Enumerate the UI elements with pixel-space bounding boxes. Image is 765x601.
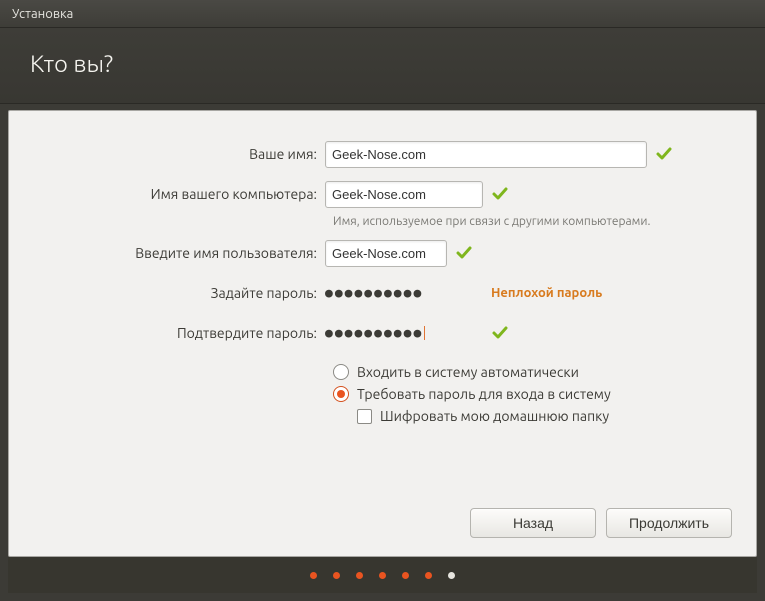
computer-label: Имя вашего компьютера:: [33, 186, 325, 202]
window-title: Установка: [12, 7, 73, 21]
button-row: Назад Продолжить: [33, 494, 732, 538]
computer-input[interactable]: [325, 181, 483, 208]
radio-icon: [333, 364, 349, 380]
pager-dot: [402, 572, 409, 579]
name-input[interactable]: [325, 141, 647, 168]
user-form: Ваше имя: Имя вашего компьютера: Имя, ис…: [33, 139, 732, 494]
pager-dot-current: [448, 572, 455, 579]
content-wrap: Ваше имя: Имя вашего компьютера: Имя, ис…: [0, 104, 765, 601]
continue-button[interactable]: Продолжить: [606, 508, 732, 538]
pager-dot: [333, 572, 340, 579]
password-label: Задайте пароль:: [33, 285, 325, 301]
check-icon: [655, 145, 673, 163]
text-cursor: [424, 326, 425, 340]
pager-dot: [310, 572, 317, 579]
check-icon: [455, 244, 473, 262]
computer-hint: Имя, используемое при связи с другими ко…: [333, 215, 732, 228]
confirm-label: Подтвердите пароль:: [33, 325, 325, 341]
form-panel: Ваше имя: Имя вашего компьютера: Имя, ис…: [8, 110, 757, 557]
password-input[interactable]: ●●●●●●●●●●: [325, 286, 483, 301]
installer-window: Установка Кто вы? Ваше имя: Имя вашего к…: [0, 0, 765, 601]
radio-label: Требовать пароль для входа в систему: [357, 386, 611, 402]
check-icon: [491, 185, 509, 203]
name-label: Ваше имя:: [33, 146, 325, 162]
confirm-input[interactable]: ●●●●●●●●●●: [325, 326, 483, 341]
pager-dot: [425, 572, 432, 579]
checkbox-encrypt-home[interactable]: Шифровать мою домашнюю папку: [357, 408, 732, 424]
pager-dot: [379, 572, 386, 579]
checkbox-label: Шифровать мою домашнюю папку: [380, 408, 609, 424]
radio-auto-login[interactable]: Входить в систему автоматически: [333, 364, 732, 380]
pager-dot: [356, 572, 363, 579]
check-icon: [491, 324, 509, 342]
page-header: Кто вы?: [0, 28, 765, 104]
radio-icon: [333, 386, 349, 402]
username-input[interactable]: [325, 240, 447, 267]
titlebar: Установка: [0, 0, 765, 28]
page-title: Кто вы?: [30, 50, 113, 77]
radio-label: Входить в систему автоматически: [357, 364, 579, 380]
checkbox-icon: [357, 409, 372, 424]
radio-require-password[interactable]: Требовать пароль для входа в систему: [333, 386, 732, 402]
step-pager: [8, 557, 757, 593]
back-button[interactable]: Назад: [470, 508, 596, 538]
password-strength: Неплохой пароль: [491, 286, 602, 300]
username-label: Введите имя пользователя:: [33, 245, 325, 261]
